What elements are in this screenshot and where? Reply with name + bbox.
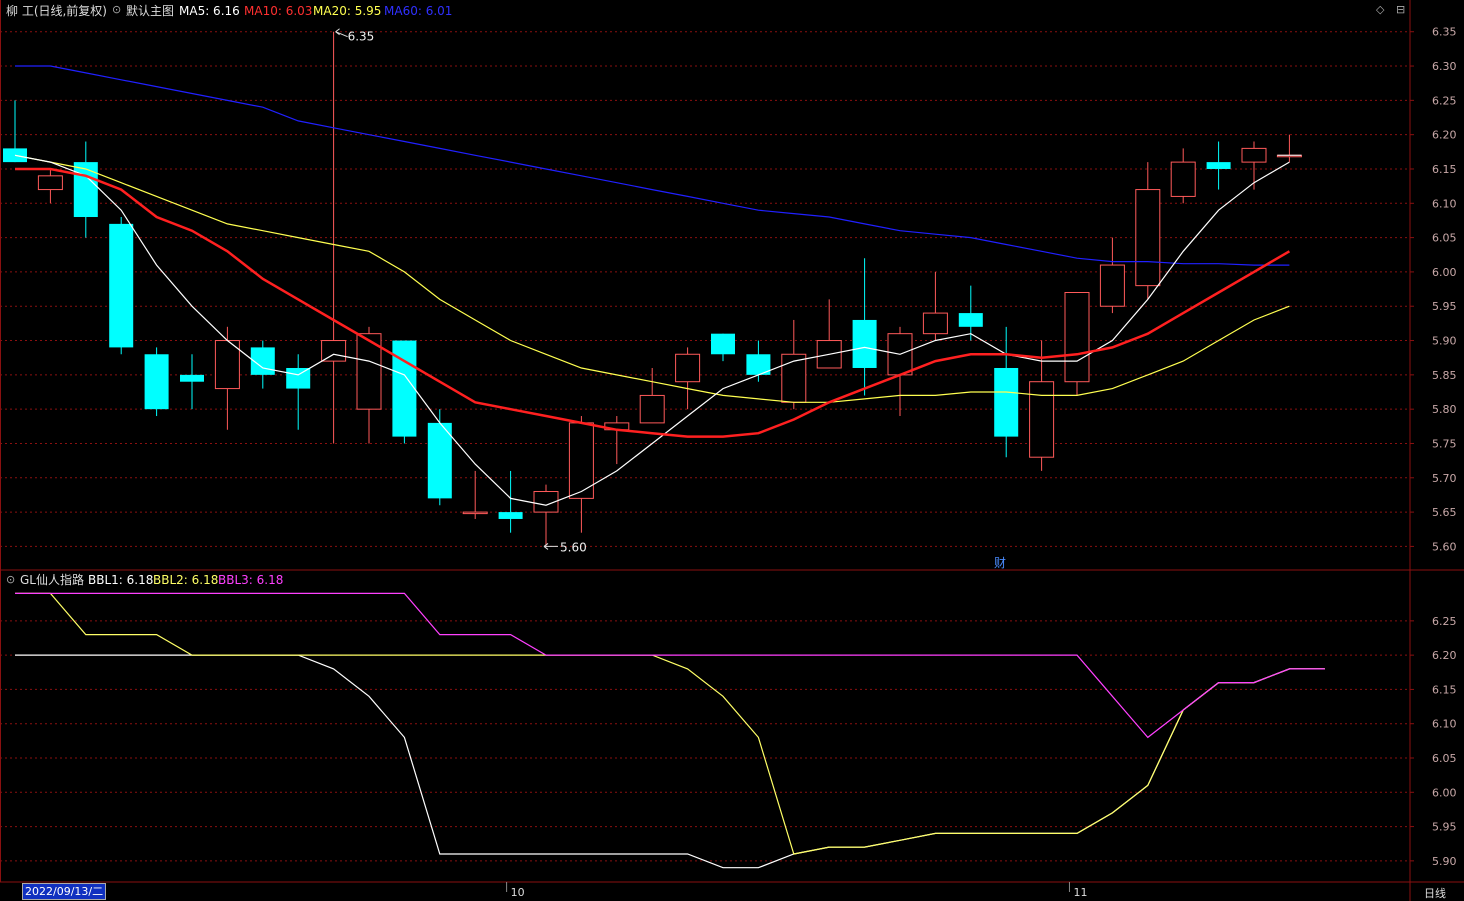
y-tick-label: 6.35 bbox=[1432, 26, 1457, 39]
candle-body bbox=[427, 422, 452, 499]
y-tick-label: 5.70 bbox=[1432, 472, 1457, 485]
ma60-value: MA60: 6.01 bbox=[384, 4, 453, 18]
y-tick-label: 6.20 bbox=[1432, 129, 1457, 142]
y-tick-label: 6.30 bbox=[1432, 60, 1457, 73]
ma20-line bbox=[14, 154, 1290, 403]
bbl3-line bbox=[15, 592, 1325, 739]
bbl2-value: BBL2: 6.18 bbox=[153, 573, 219, 587]
y-tick-label: 6.00 bbox=[1432, 786, 1457, 799]
y-tick-label: 5.95 bbox=[1432, 821, 1457, 834]
bbl3-value: BBL3: 6.18 bbox=[218, 573, 284, 587]
stock-title: 柳 工(日线,前复权) bbox=[6, 4, 107, 18]
candle-body bbox=[711, 333, 735, 355]
indicator-settings-icon[interactable]: ⊙ bbox=[6, 573, 15, 586]
y-tick-label: 5.65 bbox=[1432, 506, 1457, 519]
ma20-value: MA20: 5.95 bbox=[313, 4, 382, 18]
bbl1-line bbox=[15, 654, 1325, 869]
y-tick-label: 5.80 bbox=[1432, 403, 1457, 416]
date-cursor-label: 2022/09/13/二 bbox=[22, 883, 107, 900]
ma10-value: MA10: 6.03 bbox=[244, 4, 313, 18]
y-tick-label: 6.25 bbox=[1432, 615, 1457, 628]
candle-body bbox=[958, 313, 983, 327]
y-tick-label: 6.05 bbox=[1432, 752, 1457, 765]
candle-body bbox=[1135, 189, 1161, 287]
candle-body bbox=[180, 374, 204, 382]
high-marker-label: 6.35 bbox=[348, 30, 375, 44]
candle-body bbox=[462, 511, 488, 515]
period-label[interactable]: 日线 bbox=[1424, 885, 1446, 901]
candle-body bbox=[1170, 161, 1196, 197]
ma60-line bbox=[15, 65, 1290, 266]
indicator-name[interactable]: GL仙人指路 bbox=[20, 573, 84, 587]
y-tick-label: 6.15 bbox=[1432, 163, 1457, 176]
candle-body bbox=[37, 175, 63, 191]
diamond-icon[interactable]: ◇ bbox=[1376, 3, 1384, 16]
bbl1-value: BBL1: 6.18 bbox=[88, 573, 154, 587]
y-tick-label: 6.20 bbox=[1432, 649, 1457, 662]
candle-body bbox=[73, 162, 98, 218]
finance-event-marker: 财 bbox=[994, 556, 1006, 570]
candle-body bbox=[321, 340, 347, 362]
candle-body bbox=[3, 148, 27, 163]
ma5-line bbox=[14, 154, 1290, 506]
low-marker-label: 5.60 bbox=[560, 540, 587, 554]
candle-body bbox=[639, 394, 665, 424]
candle-body bbox=[994, 367, 1019, 437]
candle-body bbox=[144, 354, 169, 410]
candle-body bbox=[675, 353, 701, 383]
y-tick-label: 6.00 bbox=[1432, 266, 1457, 279]
y-tick-label: 6.05 bbox=[1432, 232, 1457, 245]
y-tick-label: 6.10 bbox=[1432, 197, 1457, 210]
y-tick-label: 6.25 bbox=[1432, 94, 1457, 107]
y-tick-label: 5.75 bbox=[1432, 437, 1457, 450]
settings-icon[interactable]: ⊙ bbox=[112, 3, 121, 16]
maximize-icon[interactable]: ⊟ bbox=[1396, 3, 1405, 16]
y-tick-label: 5.85 bbox=[1432, 369, 1457, 382]
y-tick-label: 5.60 bbox=[1432, 540, 1457, 553]
y-tick-label: 5.90 bbox=[1432, 855, 1457, 868]
month-label: 11 bbox=[1073, 886, 1087, 899]
ma5-value: MA5: 6.16 bbox=[179, 4, 240, 18]
candle-body bbox=[498, 512, 523, 519]
main-chart-label[interactable]: 默认主图 bbox=[126, 4, 174, 18]
candle-body bbox=[1064, 292, 1090, 383]
candle-body bbox=[852, 319, 877, 368]
month-label: 10 bbox=[511, 886, 525, 899]
high-marker-arrow bbox=[335, 28, 348, 38]
candle-body bbox=[922, 312, 948, 335]
candle-body bbox=[1206, 162, 1231, 169]
low-marker-arrow bbox=[543, 543, 558, 550]
candle-body bbox=[1029, 381, 1055, 458]
candle-body bbox=[286, 367, 311, 389]
y-tick-label: 5.95 bbox=[1432, 300, 1457, 313]
y-tick-label: 5.90 bbox=[1432, 335, 1457, 348]
candle-body bbox=[109, 223, 134, 348]
candle-body bbox=[1099, 264, 1125, 307]
kline-chart[interactable]: 5.60 5.65 5.70 5.75 5.80 5.85 5.90 5.95 6.00 6.05… bbox=[0, 0, 1464, 901]
y-tick-label: 6.15 bbox=[1432, 683, 1457, 696]
candle-body bbox=[1241, 147, 1267, 163]
y-tick-label: 6.10 bbox=[1432, 718, 1457, 731]
